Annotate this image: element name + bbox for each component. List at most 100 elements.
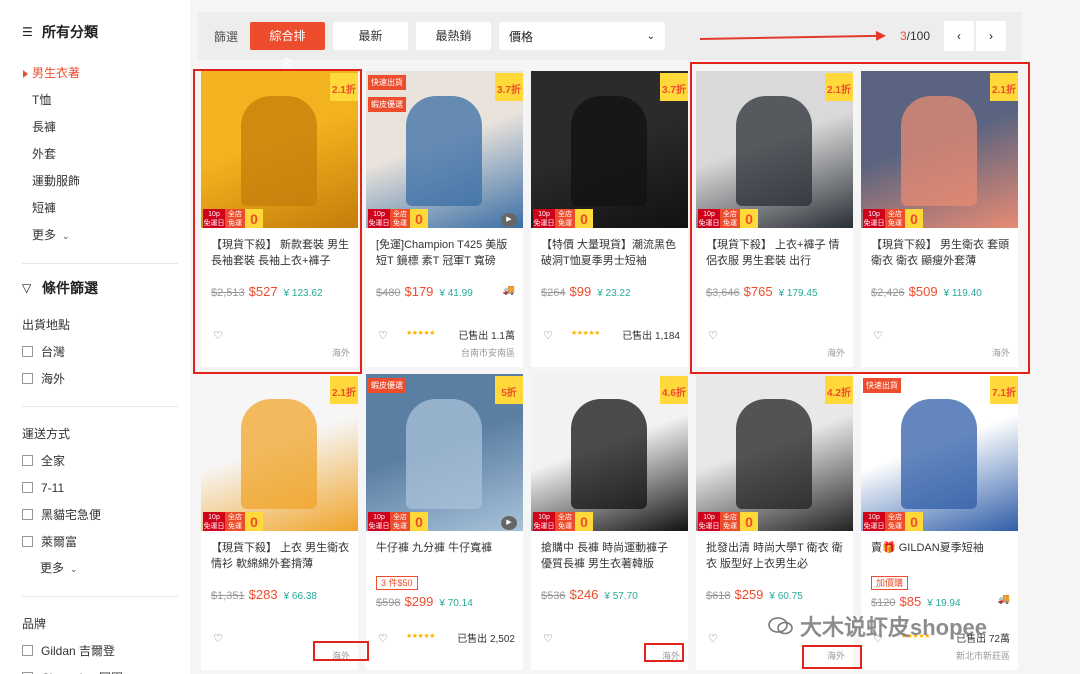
product-title[interactable]: 賣🎁 GILDAN夏季短袖 [871,540,1011,572]
promo-text: 全店 [228,211,242,218]
cashback-price: ¥ 19.94 [927,598,961,609]
heart-icon[interactable]: ♡ [213,632,223,645]
product-title[interactable]: 【特價 大量現貨】潮流黑色破洞T恤夏季男士短袖 [541,237,681,269]
filter-checkbox-row[interactable]: 萊爾富 [22,528,190,555]
product-title[interactable]: 【現貨下殺】 上衣 男生衛衣 情衫 軟綿綿外套揹薄 [211,540,351,572]
promo-free-shipping-day: 10p 免運日 [863,512,885,531]
heart-icon[interactable]: ♡ [873,329,883,342]
promo-text: 10p [208,514,220,521]
more-label: 更多 [40,561,65,575]
shipping-more-button[interactable]: 更多 ⌄ [22,555,190,582]
product-image[interactable]: 2.1折 10p 免運日 全店 免運 0 [861,71,1018,228]
checkbox-label: 台灣 [41,345,66,359]
heart-icon[interactable]: ♡ [708,632,718,645]
product-image[interactable]: 3.7折 快速出貨 蝦皮優選 10p 免運日 全店 免運 0 ▶ [366,71,523,228]
filter-checkbox-row[interactable]: Champion 冠軍 [22,664,190,674]
sale-price: $283 [248,587,278,602]
price-row: $598 $299 ¥ 70.14 [376,594,473,609]
product-title[interactable]: 【現貨下殺】 上衣+褲子 情侶衣服 男生套裝 出行 [706,237,846,269]
filter-checkbox-row[interactable]: Gildan 吉爾登 [22,637,190,664]
sort-option-button[interactable]: 最熱銷 [416,22,492,50]
promo-text: 免運 [558,523,572,530]
product-image[interactable]: 2.1折 10p 免運日 全店 免運 0 [201,374,358,531]
promo-strip: 10p 免運日 全店 免運 0 [203,209,263,228]
promo-text: 免運 [888,523,902,530]
product-image[interactable]: 2.1折 10p 免運日 全店 免運 0 [201,71,358,228]
product-title[interactable]: 批發出清 時尚大學T 衛衣 衛衣 版型好上衣男生必 [706,540,846,572]
filter-checkbox-row[interactable]: 7-11 [22,474,190,501]
sidebar-category-item[interactable]: 男生衣著 [22,60,190,87]
heart-icon[interactable]: ♡ [378,632,388,645]
checkbox[interactable] [22,645,33,656]
filter-title: 條件篩選 [42,280,98,296]
product-image[interactable]: 5折 蝦皮優選 10p 免運日 全店 免運 0 ▶ [366,374,523,531]
free-shipping-truck-icon: 🚚 [997,594,1010,605]
product-card[interactable]: 2.1折 10p 免運日 全店 免運 0 【現貨下殺】 男生衛衣 套頭衛衣 衛衣 顯瘦外套薄… [861,71,1018,367]
product-card[interactable]: 3.7折 快速出貨 蝦皮優選 10p 免運日 全店 免運 0 ▶ [免運]Champion T42… [366,71,523,367]
checkbox[interactable] [22,482,33,493]
product-title[interactable]: 搶購中 長褲 時尚運動褲子 優質長褲 男生衣著韓版 [541,540,681,572]
promo-free-shipping-day: 10p 免運日 [863,209,885,228]
product-image[interactable]: 4.2折 10p 免運日 全店 免運 0 [696,374,853,531]
checkbox[interactable] [22,346,33,357]
list-icon: ☰ [22,25,33,39]
sidebar-category-item[interactable]: T恤 [22,87,190,114]
checkbox[interactable] [22,509,33,520]
promo-zero: 0 [740,209,758,228]
sidebar: ☰ 所有分類 男生衣著 T恤 長褲 外套 運動服飾 短褲 更多 ⌄ ▽ 條件篩選 出貨地點 … [0,0,190,674]
next-page-button[interactable]: › [976,21,1006,51]
filter-checkbox-row[interactable]: 黑貓宅急便 [22,501,190,528]
heart-icon[interactable]: ♡ [543,632,553,645]
product-card[interactable]: 3.7折 10p 免運日 全店 免運 0 【特價 大量現貨】潮流黑色破洞T恤夏季男士短袖 $2… [531,71,688,367]
product-title[interactable]: [免運]Champion T425 美版短T 鏡標 素T 冠軍T 寬磅 [376,237,516,269]
checkbox-label: 7-11 [41,480,65,495]
sort-option-button[interactable]: 最新 [333,22,409,50]
prev-page-button[interactable]: ‹ [944,21,974,51]
filter-checkbox-row[interactable]: 台灣 [22,338,190,365]
checkbox[interactable] [22,373,33,384]
promo-text: 10p [538,514,550,521]
product-card[interactable]: 2.1折 10p 免運日 全店 免運 0 【現貨下殺】 上衣 男生衛衣 情衫 軟綿綿外套揹薄… [201,374,358,670]
original-price: $598 [376,597,401,609]
product-card[interactable]: 5折 蝦皮優選 10p 免運日 全店 免運 0 ▶ 牛仔褲 九分褲 牛仔寬褲 3 件$50 $598… [366,374,523,670]
price-sort-select[interactable]: 價格 ⌄ [499,22,666,50]
promo-store-free: 全店 免運 [390,512,410,531]
product-card[interactable]: 2.1折 10p 免運日 全店 免運 0 【現貨下殺】 新款套裝 男生長袖套裝 長袖上衣+褲… [201,71,358,367]
filter-checkbox-row[interactable]: 全家 [22,447,190,474]
product-silhouette [406,96,482,206]
checkbox[interactable] [22,455,33,466]
promo-text: 全店 [228,514,242,521]
rating-stars-icon: ★★★★★ [406,330,435,337]
category-more-button[interactable]: 更多 ⌄ [22,222,190,249]
heart-icon[interactable]: ♡ [213,329,223,342]
cashback-price: ¥ 119.40 [943,288,982,299]
product-title[interactable]: 【現貨下殺】 新款套裝 男生長袖套裝 長袖上衣+褲子 [211,237,351,269]
product-image[interactable]: 7.1折 快速出貨 10p 免運日 全店 免運 0 [861,374,1018,531]
heart-icon[interactable]: ♡ [708,329,718,342]
divider [22,263,178,264]
product-card[interactable]: 2.1折 10p 免運日 全店 免運 0 【現貨下殺】 上衣+褲子 情侶衣服 男生套裝 出行… [696,71,853,367]
checkbox-label: Gildan 吉爾登 [41,644,116,658]
product-image[interactable]: 4.6折 10p 免運日 全店 免運 0 [531,374,688,531]
sidebar-category-item[interactable]: 短褲 [22,195,190,222]
sale-price: $259 [734,587,764,602]
sale-price: $527 [248,284,278,299]
discount-badge: 2.1折 [330,73,358,101]
checkbox[interactable] [22,536,33,547]
sidebar-category-item[interactable]: 長褲 [22,114,190,141]
sort-option-button[interactable]: 綜合排名 [250,22,326,71]
heart-icon[interactable]: ♡ [543,329,553,342]
original-price: $536 [541,590,566,602]
product-title[interactable]: 牛仔褲 九分褲 牛仔寬褲 [376,540,516,572]
sidebar-category-item[interactable]: 運動服飾 [22,168,190,195]
promo-zero: 0 [245,512,263,531]
promo-text: 免運 [888,220,902,227]
heart-icon[interactable]: ♡ [378,329,388,342]
sidebar-category-item[interactable]: 外套 [22,141,190,168]
filter-checkbox-row[interactable]: 海外 [22,365,190,392]
product-image[interactable]: 3.7折 10p 免運日 全店 免運 0 [531,71,688,228]
product-title[interactable]: 【現貨下殺】 男生衛衣 套頭衛衣 衛衣 顯瘦外套薄 [871,237,1011,269]
original-price: $264 [541,287,566,299]
product-card[interactable]: 4.6折 10p 免運日 全店 免運 0 搶購中 長褲 時尚運動褲子 優質長褲 男生衣著韓版… [531,374,688,670]
product-image[interactable]: 2.1折 10p 免運日 全店 免運 0 [696,71,853,228]
